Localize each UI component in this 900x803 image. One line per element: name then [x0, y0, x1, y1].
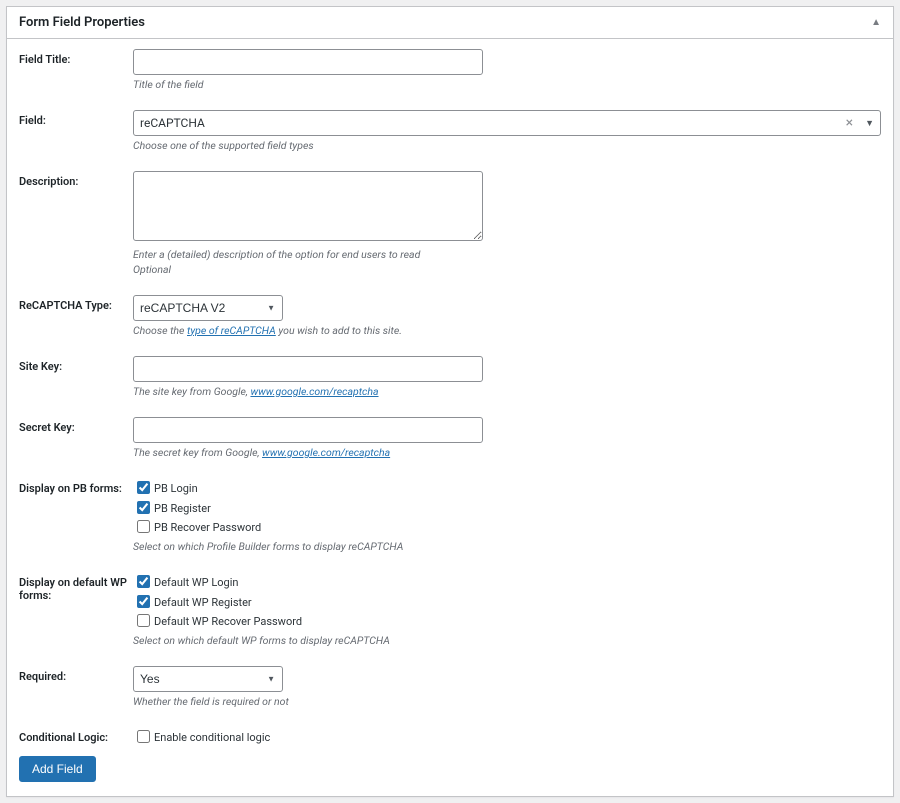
hint-description-1: Enter a (detailed) description of the op… — [133, 248, 881, 262]
check-wp-recover[interactable]: Default WP Recover Password — [133, 611, 881, 631]
checkbox-wp-register[interactable] — [137, 595, 150, 608]
label-field: Field: — [19, 110, 133, 127]
label-required: Required: — [19, 666, 133, 683]
row-secret-key: Secret Key: The secret key from Google, … — [19, 417, 881, 460]
row-display-wp: Display on default WP forms: Default WP … — [19, 572, 881, 648]
panel-body: Field Title: Title of the field Field: r… — [7, 39, 893, 796]
hint-site-key: The site key from Google, www.google.com… — [133, 385, 881, 399]
label-conditional: Conditional Logic: — [19, 727, 133, 744]
checkbox-wp-login[interactable] — [137, 575, 150, 588]
panel-header[interactable]: Form Field Properties ▲ — [7, 7, 893, 39]
check-conditional[interactable]: Enable conditional logic — [133, 731, 270, 744]
field-type-select[interactable]: reCAPTCHA × ▼ — [133, 110, 881, 136]
row-site-key: Site Key: The site key from Google, www.… — [19, 356, 881, 399]
panel-title: Form Field Properties — [19, 15, 145, 30]
checkbox-conditional[interactable] — [137, 730, 150, 743]
hint-field: Choose one of the supported field types — [133, 139, 881, 153]
add-field-button[interactable]: Add Field — [19, 756, 96, 782]
field-type-selected: reCAPTCHA — [140, 116, 205, 130]
label-site-key: Site Key: — [19, 356, 133, 373]
recaptcha-type-select[interactable]: reCAPTCHA V2 — [133, 295, 283, 321]
check-wp-register[interactable]: Default WP Register — [133, 592, 881, 612]
row-field-title: Field Title: Title of the field — [19, 49, 881, 92]
site-key-input[interactable] — [133, 356, 483, 382]
link-recaptcha-type[interactable]: type of reCAPTCHA — [187, 324, 276, 337]
hint-display-pb: Select on which Profile Builder forms to… — [133, 540, 881, 554]
row-recaptcha-type: ReCAPTCHA Type: reCAPTCHA V2 Choose the … — [19, 295, 881, 338]
hint-description-2: Optional — [133, 263, 881, 277]
hint-required: Whether the field is required or not — [133, 695, 881, 709]
check-pb-login[interactable]: PB Login — [133, 478, 881, 498]
label-recaptcha-type: ReCAPTCHA Type: — [19, 295, 133, 312]
description-textarea[interactable] — [133, 171, 483, 241]
hint-display-wp: Select on which default WP forms to disp… — [133, 634, 881, 648]
form-field-properties-panel: Form Field Properties ▲ Field Title: Tit… — [6, 6, 894, 797]
row-conditional: Conditional Logic: Enable conditional lo… — [19, 727, 881, 746]
checkbox-pb-register[interactable] — [137, 501, 150, 514]
clear-icon[interactable]: × — [846, 115, 853, 131]
check-wp-login[interactable]: Default WP Login — [133, 572, 881, 592]
label-field-title: Field Title: — [19, 49, 133, 66]
label-display-pb: Display on PB forms: — [19, 478, 133, 495]
row-display-pb: Display on PB forms: PB Login PB Registe… — [19, 478, 881, 554]
chevron-down-icon: ▼ — [865, 118, 874, 129]
checkbox-wp-recover[interactable] — [137, 614, 150, 627]
hint-secret-key: The secret key from Google, www.google.c… — [133, 446, 881, 460]
field-title-input[interactable] — [133, 49, 483, 75]
label-secret-key: Secret Key: — [19, 417, 133, 434]
required-select[interactable]: Yes — [133, 666, 283, 692]
hint-recaptcha-type: Choose the type of reCAPTCHA you wish to… — [133, 324, 881, 338]
row-description: Description: Enter a (detailed) descript… — [19, 171, 881, 276]
checks-display-pb: PB Login PB Register PB Recover Password — [133, 478, 881, 537]
link-secret-key[interactable]: www.google.com/recaptcha — [262, 446, 390, 459]
hint-field-title: Title of the field — [133, 78, 881, 92]
label-description: Description: — [19, 171, 133, 188]
checkbox-pb-login[interactable] — [137, 481, 150, 494]
check-pb-recover[interactable]: PB Recover Password — [133, 517, 881, 537]
checkbox-pb-recover[interactable] — [137, 520, 150, 533]
secret-key-input[interactable] — [133, 417, 483, 443]
row-field: Field: reCAPTCHA × ▼ Choose one of the s… — [19, 110, 881, 153]
collapse-icon[interactable]: ▲ — [871, 17, 881, 28]
link-site-key[interactable]: www.google.com/recaptcha — [250, 385, 378, 398]
check-pb-register[interactable]: PB Register — [133, 498, 881, 518]
row-required: Required: Yes Whether the field is requi… — [19, 666, 881, 709]
label-display-wp: Display on default WP forms: — [19, 572, 133, 602]
checks-display-wp: Default WP Login Default WP Register Def… — [133, 572, 881, 631]
